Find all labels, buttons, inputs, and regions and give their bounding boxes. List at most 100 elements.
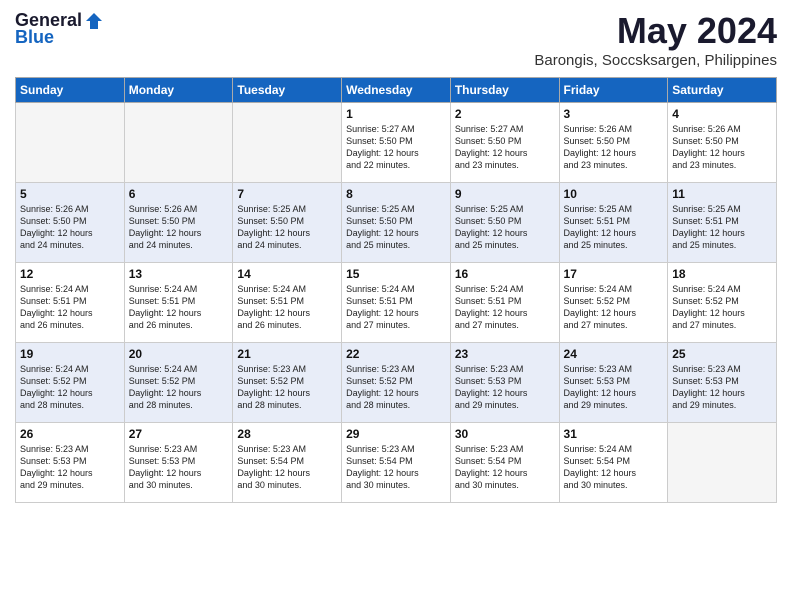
day-info: Sunrise: 5:24 AM Sunset: 5:52 PM Dayligh…	[129, 363, 229, 412]
day-number: 29	[346, 427, 446, 441]
calendar-week-row: 19 Sunrise: 5:24 AM Sunset: 5:52 PM Dayli…	[16, 343, 777, 423]
day-number: 13	[129, 267, 229, 281]
col-monday: Monday	[124, 78, 233, 103]
table-row: 28 Sunrise: 5:23 AM Sunset: 5:54 PM Dayli…	[233, 423, 342, 503]
day-info: Sunrise: 5:24 AM Sunset: 5:51 PM Dayligh…	[455, 283, 555, 332]
logo-blue-text: Blue	[15, 27, 54, 48]
day-number: 19	[20, 347, 120, 361]
table-row: 16 Sunrise: 5:24 AM Sunset: 5:51 PM Dayli…	[450, 263, 559, 343]
table-row: 26Sunrise: 5:23 AM Sunset: 5:53 PM Dayli…	[16, 423, 125, 503]
table-row: 22 Sunrise: 5:23 AM Sunset: 5:52 PM Dayli…	[342, 343, 451, 423]
day-info: Sunrise: 5:23 AM Sunset: 5:54 PM Dayligh…	[346, 443, 446, 492]
col-tuesday: Tuesday	[233, 78, 342, 103]
title-section: May 2024 Barongis, Soccsksargen, Philipp…	[534, 10, 777, 69]
day-info: Sunrise: 5:24 AM Sunset: 5:52 PM Dayligh…	[20, 363, 120, 412]
col-thursday: Thursday	[450, 78, 559, 103]
day-info: Sunrise: 5:23 AM Sunset: 5:54 PM Dayligh…	[237, 443, 337, 492]
day-info: Sunrise: 5:25 AM Sunset: 5:50 PM Dayligh…	[455, 203, 555, 252]
day-number: 31	[564, 427, 664, 441]
day-info: Sunrise: 5:26 AM Sunset: 5:50 PM Dayligh…	[129, 203, 229, 252]
calendar-week-row: 12 Sunrise: 5:24 AM Sunset: 5:51 PM Dayli…	[16, 263, 777, 343]
day-info: Sunrise: 5:24 AM Sunset: 5:51 PM Dayligh…	[20, 283, 120, 332]
table-row: 1Sunrise: 5:27 AM Sunset: 5:50 PM Daylig…	[342, 103, 451, 183]
day-info: Sunrise: 5:23 AM Sunset: 5:53 PM Dayligh…	[129, 443, 229, 492]
table-row: 4Sunrise: 5:26 AM Sunset: 5:50 PM Daylig…	[668, 103, 777, 183]
table-row: 29 Sunrise: 5:23 AM Sunset: 5:54 PM Dayli…	[342, 423, 451, 503]
main-title: May 2024	[534, 10, 777, 52]
table-row: 12 Sunrise: 5:24 AM Sunset: 5:51 PM Dayli…	[16, 263, 125, 343]
day-number: 30	[455, 427, 555, 441]
day-info: Sunrise: 5:26 AM Sunset: 5:50 PM Dayligh…	[20, 203, 120, 252]
table-row: 27Sunrise: 5:23 AM Sunset: 5:53 PM Dayli…	[124, 423, 233, 503]
table-row: 2 Sunrise: 5:27 AM Sunset: 5:50 PM Daylig…	[450, 103, 559, 183]
calendar-table: Sunday Monday Tuesday Wednesday Thursday…	[15, 77, 777, 503]
day-number: 4	[672, 107, 772, 121]
day-info: Sunrise: 5:24 AM Sunset: 5:51 PM Dayligh…	[237, 283, 337, 332]
day-info: Sunrise: 5:23 AM Sunset: 5:52 PM Dayligh…	[346, 363, 446, 412]
table-row: 13Sunrise: 5:24 AM Sunset: 5:51 PM Dayli…	[124, 263, 233, 343]
day-number: 7	[237, 187, 337, 201]
col-saturday: Saturday	[668, 78, 777, 103]
table-row: 11 Sunrise: 5:25 AM Sunset: 5:51 PM Dayli…	[668, 183, 777, 263]
day-info: Sunrise: 5:25 AM Sunset: 5:51 PM Dayligh…	[672, 203, 772, 252]
day-info: Sunrise: 5:23 AM Sunset: 5:53 PM Dayligh…	[672, 363, 772, 412]
table-row: 9 Sunrise: 5:25 AM Sunset: 5:50 PM Daylig…	[450, 183, 559, 263]
day-info: Sunrise: 5:27 AM Sunset: 5:50 PM Dayligh…	[346, 123, 446, 172]
day-number: 6	[129, 187, 229, 201]
day-info: Sunrise: 5:24 AM Sunset: 5:54 PM Dayligh…	[564, 443, 664, 492]
day-info: Sunrise: 5:27 AM Sunset: 5:50 PM Dayligh…	[455, 123, 555, 172]
day-info: Sunrise: 5:24 AM Sunset: 5:52 PM Dayligh…	[564, 283, 664, 332]
day-number: 15	[346, 267, 446, 281]
day-info: Sunrise: 5:25 AM Sunset: 5:51 PM Dayligh…	[564, 203, 664, 252]
day-info: Sunrise: 5:25 AM Sunset: 5:50 PM Dayligh…	[237, 203, 337, 252]
day-number: 10	[564, 187, 664, 201]
day-number: 11	[672, 187, 772, 201]
logo-icon	[84, 11, 104, 31]
table-row: 15 Sunrise: 5:24 AM Sunset: 5:51 PM Dayli…	[342, 263, 451, 343]
table-row: 3Sunrise: 5:26 AM Sunset: 5:50 PM Daylig…	[559, 103, 668, 183]
table-row: 19 Sunrise: 5:24 AM Sunset: 5:52 PM Dayli…	[16, 343, 125, 423]
table-row: 10 Sunrise: 5:25 AM Sunset: 5:51 PM Dayli…	[559, 183, 668, 263]
day-number: 12	[20, 267, 120, 281]
calendar-week-row: 1Sunrise: 5:27 AM Sunset: 5:50 PM Daylig…	[16, 103, 777, 183]
day-number: 23	[455, 347, 555, 361]
day-info: Sunrise: 5:23 AM Sunset: 5:53 PM Dayligh…	[20, 443, 120, 492]
day-number: 24	[564, 347, 664, 361]
table-row	[668, 423, 777, 503]
day-number: 22	[346, 347, 446, 361]
day-info: Sunrise: 5:23 AM Sunset: 5:54 PM Dayligh…	[455, 443, 555, 492]
table-row: 18 Sunrise: 5:24 AM Sunset: 5:52 PM Dayli…	[668, 263, 777, 343]
day-number: 20	[129, 347, 229, 361]
table-row: 6 Sunrise: 5:26 AM Sunset: 5:50 PM Daylig…	[124, 183, 233, 263]
day-number: 28	[237, 427, 337, 441]
day-info: Sunrise: 5:24 AM Sunset: 5:51 PM Dayligh…	[346, 283, 446, 332]
table-row	[124, 103, 233, 183]
day-number: 17	[564, 267, 664, 281]
col-friday: Friday	[559, 78, 668, 103]
table-row	[16, 103, 125, 183]
col-sunday: Sunday	[16, 78, 125, 103]
table-row: 20 Sunrise: 5:24 AM Sunset: 5:52 PM Dayli…	[124, 343, 233, 423]
day-info: Sunrise: 5:24 AM Sunset: 5:52 PM Dayligh…	[672, 283, 772, 332]
calendar-week-row: 5 Sunrise: 5:26 AM Sunset: 5:50 PM Daylig…	[16, 183, 777, 263]
day-number: 16	[455, 267, 555, 281]
day-number: 25	[672, 347, 772, 361]
calendar-header-row: Sunday Monday Tuesday Wednesday Thursday…	[16, 78, 777, 103]
day-number: 2	[455, 107, 555, 121]
table-row: 7 Sunrise: 5:25 AM Sunset: 5:50 PM Daylig…	[233, 183, 342, 263]
day-number: 5	[20, 187, 120, 201]
table-row: 14 Sunrise: 5:24 AM Sunset: 5:51 PM Dayli…	[233, 263, 342, 343]
day-number: 18	[672, 267, 772, 281]
day-number: 14	[237, 267, 337, 281]
sub-title: Barongis, Soccsksargen, Philippines	[534, 52, 777, 69]
table-row: 8 Sunrise: 5:25 AM Sunset: 5:50 PM Daylig…	[342, 183, 451, 263]
day-info: Sunrise: 5:25 AM Sunset: 5:50 PM Dayligh…	[346, 203, 446, 252]
day-number: 9	[455, 187, 555, 201]
table-row: 30 Sunrise: 5:23 AM Sunset: 5:54 PM Dayli…	[450, 423, 559, 503]
table-row: 31 Sunrise: 5:24 AM Sunset: 5:54 PM Dayli…	[559, 423, 668, 503]
table-row: 21Sunrise: 5:23 AM Sunset: 5:52 PM Dayli…	[233, 343, 342, 423]
day-info: Sunrise: 5:23 AM Sunset: 5:53 PM Dayligh…	[564, 363, 664, 412]
page-header: General Blue May 2024 Barongis, Soccsksa…	[15, 10, 777, 69]
day-number: 8	[346, 187, 446, 201]
table-row: 5 Sunrise: 5:26 AM Sunset: 5:50 PM Daylig…	[16, 183, 125, 263]
